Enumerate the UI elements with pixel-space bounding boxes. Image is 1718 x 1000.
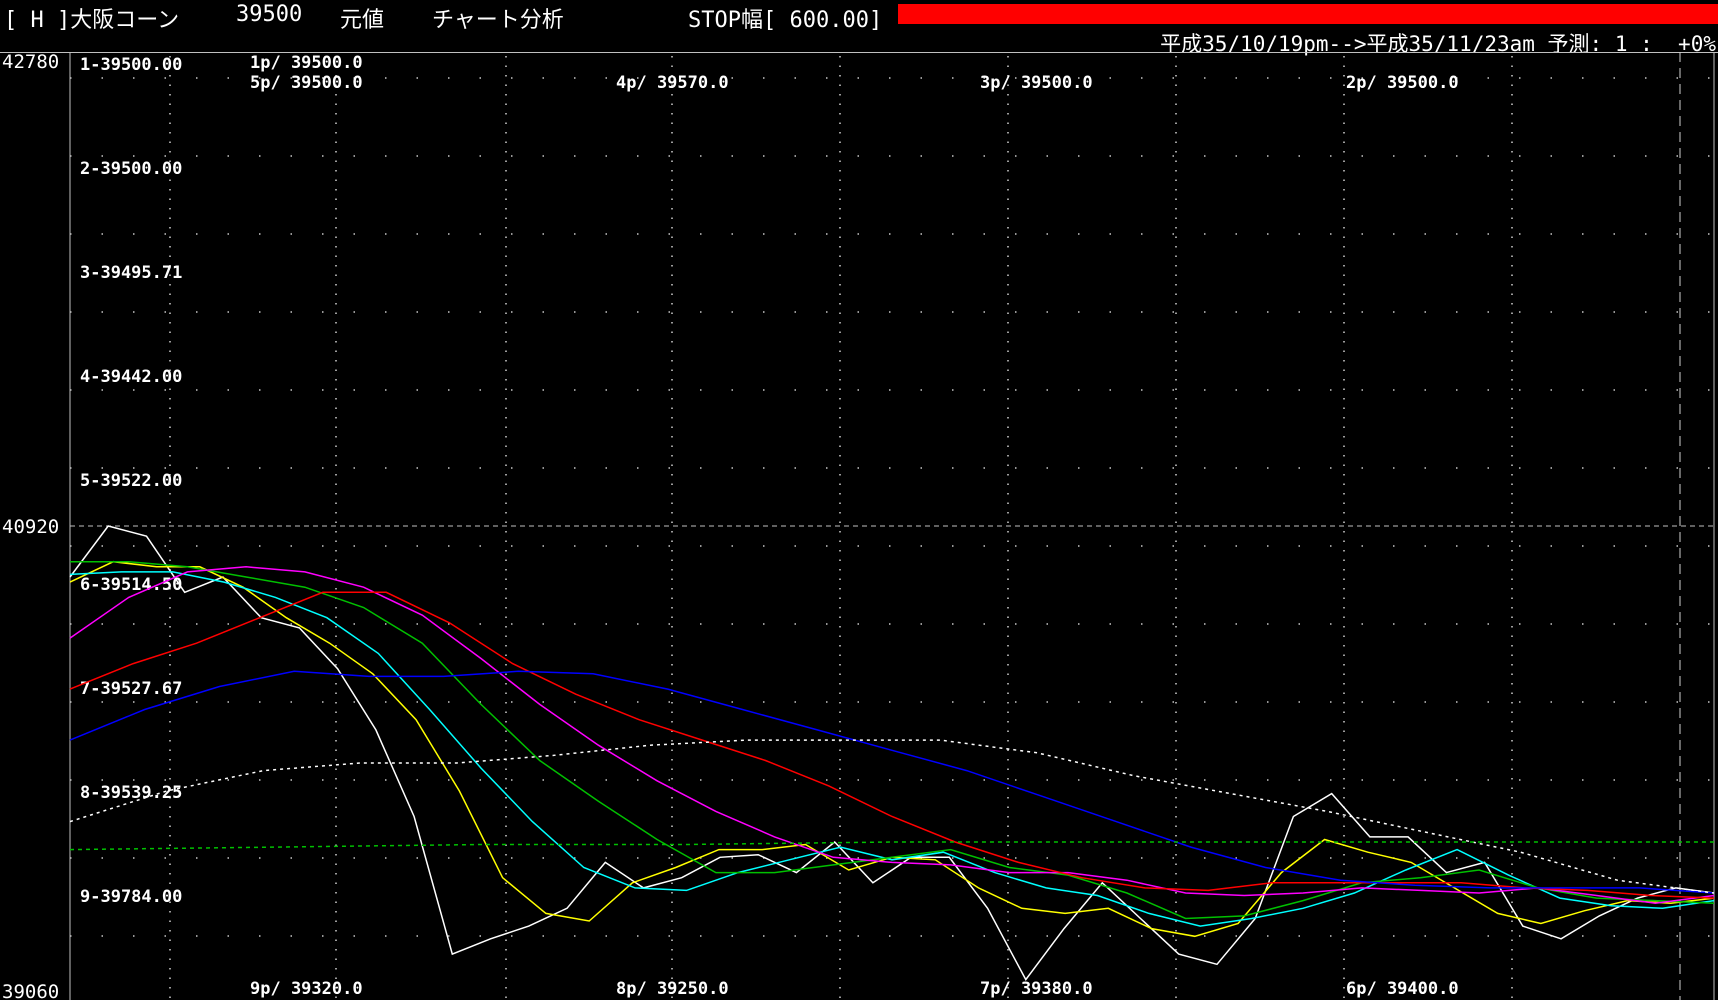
period-label-top: 5p/ 39500.0 <box>250 73 363 93</box>
series-line-5 <box>69 591 1715 899</box>
period-label-top: 4p/ 39570.0 <box>616 73 729 93</box>
period-label-top: 2p/ 39500.0 <box>1346 73 1459 93</box>
y-tick-label: 39060 <box>2 981 59 1000</box>
period-label-bottom: 8p/ 39250.0 <box>616 979 729 999</box>
level-label: 9-39784.00 <box>80 887 182 907</box>
period-label-top: 1p/ 39500.0 <box>250 53 363 73</box>
series-line-4 <box>69 566 1715 904</box>
level-label: 5-39522.00 <box>80 471 182 491</box>
y-tick-label: 42780 <box>2 51 59 73</box>
level-label: 6-39514.50 <box>80 575 182 595</box>
series-line-1 <box>69 560 1715 938</box>
level-label: 8-39539.25 <box>80 783 182 803</box>
series-line-8 <box>69 841 1714 851</box>
period-label-bottom: 7p/ 39380.0 <box>980 979 1093 999</box>
level-label: 7-39527.67 <box>80 679 182 699</box>
y-tick-label: 40920 <box>2 516 59 538</box>
period-label-bottom: 6p/ 39400.0 <box>1346 979 1459 999</box>
price-chart: 42780 40920 39060 1-39500.00 2-39500.00 3-394… <box>2 51 1715 1000</box>
level-label: 4-39442.00 <box>80 367 182 387</box>
series-line-2 <box>69 571 1715 927</box>
level-label: 1-39500.00 <box>80 55 182 75</box>
period-label-top: 3p/ 39500.0 <box>980 73 1093 93</box>
level-label: 2-39500.00 <box>80 159 182 179</box>
level-label: 3-39495.71 <box>80 263 182 283</box>
period-label-bottom: 9p/ 39320.0 <box>250 979 363 999</box>
series-line-3 <box>70 560 1715 920</box>
